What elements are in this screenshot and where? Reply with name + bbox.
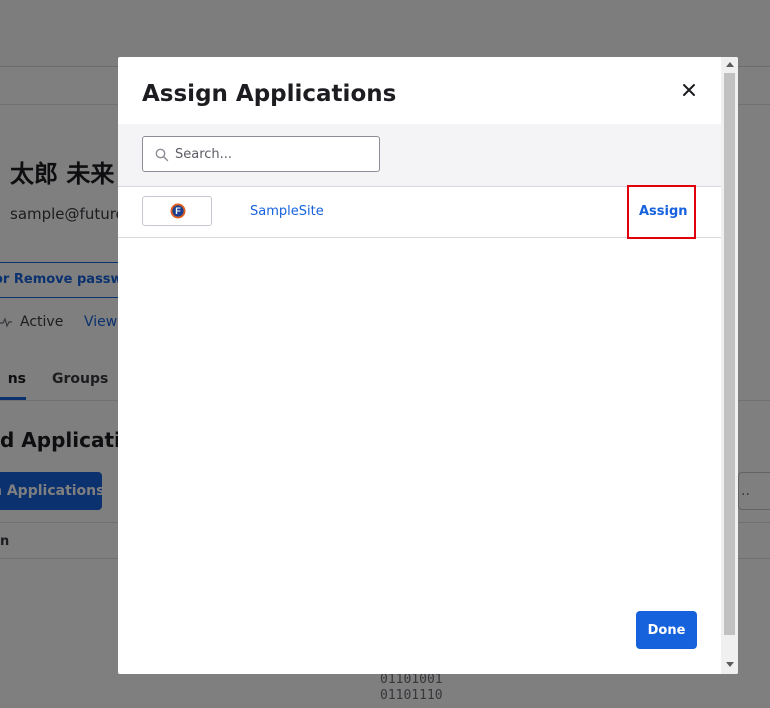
app-logo-letter: F — [175, 206, 181, 216]
app-logo: F — [142, 196, 212, 226]
search-area — [118, 124, 721, 187]
scroll-down-arrow-icon[interactable] — [726, 662, 734, 667]
search-icon — [155, 147, 169, 166]
app-name-link[interactable]: SampleSite — [250, 204, 324, 219]
search-input[interactable] — [175, 137, 371, 171]
done-button[interactable]: Done — [636, 611, 697, 649]
assign-applications-dialog: Assign Applications F SampleSite Assign … — [118, 57, 738, 674]
search-field[interactable] — [142, 136, 380, 172]
scroll-thumb[interactable] — [724, 73, 735, 635]
assign-button[interactable]: Assign — [639, 204, 688, 219]
scroll-up-arrow-icon[interactable] — [726, 62, 734, 67]
dialog-title: Assign Applications — [142, 81, 397, 107]
list-item: F SampleSite Assign — [118, 185, 721, 239]
close-icon[interactable] — [676, 77, 702, 103]
scrollbar[interactable] — [721, 57, 738, 674]
app-logo-icon: F — [170, 203, 186, 219]
